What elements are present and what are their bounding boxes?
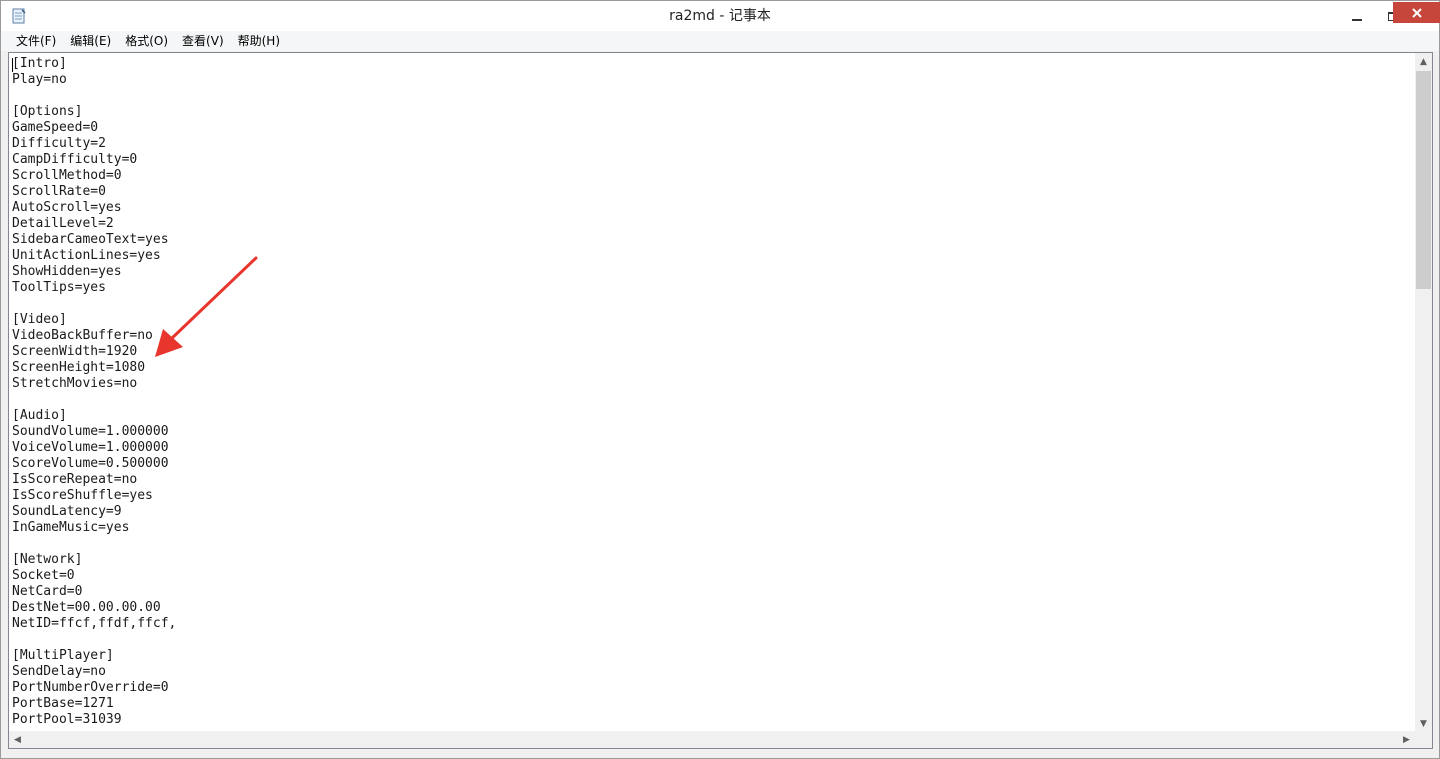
text-line: VoiceVolume=1.000000 xyxy=(12,440,169,455)
notepad-window: ra2md - 记事本 文件(F) 编辑(E) 格式(O) 查看(V) 帮助(H… xyxy=(0,0,1440,759)
text-line xyxy=(12,536,1412,552)
window-title: ra2md - 记事本 xyxy=(669,8,771,24)
scroll-left-icon[interactable]: ◀ xyxy=(9,731,26,748)
text-line: [Video] xyxy=(12,312,67,327)
text-line xyxy=(12,88,1412,104)
text-line xyxy=(12,296,1412,312)
text-line: ScreenHeight=1080 xyxy=(12,360,146,375)
menu-edit[interactable]: 编辑(E) xyxy=(63,31,118,51)
text-line: GameSpeed=0 xyxy=(12,120,99,135)
scrollbar-corner xyxy=(1415,731,1432,748)
text-line xyxy=(12,632,1412,648)
minimize-icon xyxy=(1352,19,1362,21)
text-line: SoundLatency=9 xyxy=(12,504,122,519)
text-line: PortBase=1271 xyxy=(12,696,114,711)
close-button[interactable] xyxy=(1393,2,1440,23)
menu-view[interactable]: 查看(V) xyxy=(175,31,231,51)
text-caret xyxy=(12,58,13,72)
text-line: PortNumberOverride=0 xyxy=(12,680,169,695)
minimize-button[interactable] xyxy=(1334,1,1380,31)
vertical-scrollbar[interactable]: ▲ ▼ xyxy=(1415,53,1432,732)
text-line: [Network] xyxy=(12,552,83,567)
scroll-down-icon[interactable]: ▼ xyxy=(1415,715,1432,732)
text-line: SoundVolume=1.000000 xyxy=(12,424,169,439)
close-icon xyxy=(1411,7,1422,18)
horizontal-scrollbar[interactable]: ◀ ▶ xyxy=(9,731,1415,748)
text-line: IsScoreRepeat=no xyxy=(12,472,138,487)
text-line: NetID=ffcf,ffdf,ffcf, xyxy=(12,616,177,631)
text-line: NetCard=0 xyxy=(12,584,83,599)
menu-file[interactable]: 文件(F) xyxy=(9,31,63,51)
text-line: StretchMovies=no xyxy=(12,376,138,391)
text-line: ToolTips=yes xyxy=(12,280,106,295)
text-editor[interactable]: [Intro] Play=no [Options] GameSpeed=0 Diffic… xyxy=(8,52,1433,749)
text-line: Play=no xyxy=(12,72,67,87)
text-line: ScreenWidth=1920 xyxy=(12,344,138,359)
text-line: [Options] xyxy=(12,104,83,119)
menu-bar: 文件(F) 编辑(E) 格式(O) 查看(V) 帮助(H) xyxy=(1,31,1439,51)
menu-help[interactable]: 帮助(H) xyxy=(231,31,287,51)
text-line: PortPool=31039 xyxy=(12,712,122,727)
text-line: [Intro] xyxy=(12,56,67,71)
text-line: VideoBackBuffer=no xyxy=(12,328,153,343)
scroll-up-icon[interactable]: ▲ xyxy=(1415,53,1432,70)
text-line: DetailLevel=2 xyxy=(12,216,114,231)
text-line: ScoreVolume=0.500000 xyxy=(12,456,169,471)
text-line: [Audio] xyxy=(12,408,67,423)
text-line: ShowHidden=yes xyxy=(12,264,122,279)
text-line: CampDifficulty=0 xyxy=(12,152,138,167)
text-line: Socket=0 xyxy=(12,568,75,583)
text-line: Difficulty=2 xyxy=(12,136,106,151)
text-line: UnitActionLines=yes xyxy=(12,248,161,263)
text-line: AutoScroll=yes xyxy=(12,200,122,215)
text-line: SidebarCameoText=yes xyxy=(12,232,169,247)
text-line xyxy=(12,392,1412,408)
text-content[interactable]: [Intro] Play=no [Options] GameSpeed=0 Diffic… xyxy=(12,56,1412,728)
text-line: SendDelay=no xyxy=(12,664,106,679)
text-line: DestNet=00.00.00.00 xyxy=(12,600,161,615)
menu-format[interactable]: 格式(O) xyxy=(118,31,175,51)
vertical-scroll-thumb[interactable] xyxy=(1416,71,1431,289)
title-bar[interactable]: ra2md - 记事本 xyxy=(1,1,1440,31)
text-line: InGameMusic=yes xyxy=(12,520,130,535)
scroll-right-icon[interactable]: ▶ xyxy=(1398,731,1415,748)
text-line: ScrollMethod=0 xyxy=(12,168,122,183)
text-line: [MultiPlayer] xyxy=(12,648,114,663)
text-line: IsScoreShuffle=yes xyxy=(12,488,153,503)
text-line: ScrollRate=0 xyxy=(12,184,106,199)
